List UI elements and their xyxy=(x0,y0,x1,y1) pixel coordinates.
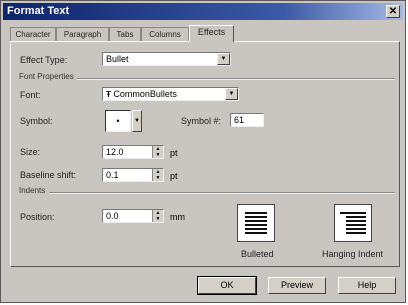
font-label: Font: xyxy=(20,90,41,100)
tab-tabs[interactable]: Tabs xyxy=(109,27,141,41)
font-properties-section-label: Font Properties xyxy=(19,72,74,81)
baseline-shift-stepper[interactable]: 0.1 ▲ ▼ xyxy=(102,168,164,182)
help-button[interactable]: Help xyxy=(338,277,396,294)
ok-button[interactable]: OK xyxy=(197,276,257,295)
hanging-indent-label: Hanging Indent xyxy=(322,249,384,259)
baseline-shift-value: 0.1 xyxy=(106,170,119,180)
bulleted-label: Bulleted xyxy=(241,249,274,259)
text-line-icon xyxy=(245,228,267,230)
chevron-down-icon[interactable]: ▼ xyxy=(225,88,238,100)
tab-effects[interactable]: Effects xyxy=(189,25,234,42)
size-value: 12.0 xyxy=(106,147,124,157)
text-line-icon xyxy=(245,224,267,226)
window-title: Format Text xyxy=(7,5,70,17)
text-line-icon xyxy=(346,224,366,226)
symbol-label: Symbol: xyxy=(20,116,53,126)
symbol-number-label: Symbol #: xyxy=(181,116,222,126)
spin-arrows-icon[interactable]: ▲ ▼ xyxy=(152,169,163,181)
chevron-down-icon[interactable]: ▼ xyxy=(217,53,230,65)
text-line-icon xyxy=(245,212,267,214)
position-value: 0.0 xyxy=(106,211,119,221)
effect-type-value: Bullet xyxy=(106,54,129,64)
text-line-icon xyxy=(245,220,267,222)
size-label: Size: xyxy=(20,147,41,157)
position-unit: mm xyxy=(170,212,185,222)
bulleted-preview-button[interactable] xyxy=(237,204,275,242)
indents-divider xyxy=(49,192,395,194)
text-line-icon xyxy=(245,216,267,218)
effects-panel: Effect Type: Bullet ▼ Font Properties Fo… xyxy=(10,41,400,267)
format-text-dialog: Format Text ✕ Character Paragraph Tabs C… xyxy=(0,0,406,303)
font-properties-divider xyxy=(77,78,395,80)
title-bar: Format Text ✕ xyxy=(3,3,403,20)
text-line-icon xyxy=(346,216,366,218)
font-select[interactable]: Ŧ CommonBullets ▼ xyxy=(102,87,239,101)
chevron-down-icon[interactable]: ▼ xyxy=(132,110,142,132)
text-line-icon xyxy=(245,232,267,234)
baseline-shift-label: Baseline shift: xyxy=(20,170,77,180)
font-type-icon: Ŧ xyxy=(106,90,111,99)
text-line-icon xyxy=(346,220,366,222)
symbol-number-field[interactable]: 61 xyxy=(230,113,264,127)
tab-columns[interactable]: Columns xyxy=(141,27,189,41)
effect-type-select[interactable]: Bullet ▼ xyxy=(102,52,231,66)
symbol-value: • xyxy=(116,116,120,126)
tab-character[interactable]: Character xyxy=(10,27,56,41)
indents-section-label: Indents xyxy=(19,186,46,195)
close-button[interactable]: ✕ xyxy=(386,5,400,18)
text-line-icon xyxy=(346,232,366,234)
spin-arrows-icon[interactable]: ▲ ▼ xyxy=(152,210,163,222)
symbol-picker-button[interactable]: • xyxy=(105,110,131,132)
baseline-shift-unit: pt xyxy=(170,171,178,181)
position-stepper[interactable]: 0.0 ▲ ▼ xyxy=(102,209,164,223)
size-unit: pt xyxy=(170,148,178,158)
text-line-icon xyxy=(346,228,366,230)
preview-button[interactable]: Preview xyxy=(268,277,326,294)
hanging-indent-preview-button[interactable] xyxy=(334,204,372,242)
text-line-icon xyxy=(340,212,366,214)
size-stepper[interactable]: 12.0 ▲ ▼ xyxy=(102,145,164,159)
position-label: Position: xyxy=(20,212,55,222)
effect-type-label: Effect Type: xyxy=(20,55,68,65)
tab-paragraph[interactable]: Paragraph xyxy=(56,27,109,41)
spin-arrows-icon[interactable]: ▲ ▼ xyxy=(152,146,163,158)
font-value: CommonBullets xyxy=(113,89,177,99)
